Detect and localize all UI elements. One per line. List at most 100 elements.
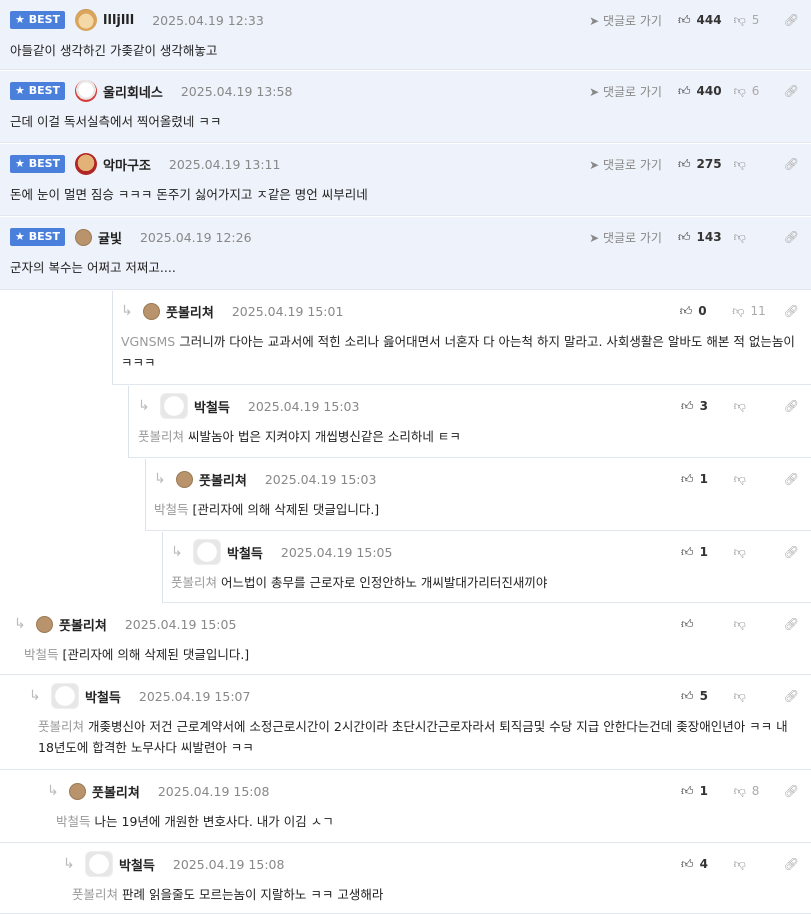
thumbs-down-icon[interactable]: 👎︎ [734,784,746,799]
thumbs-up-icon[interactable]: 👍︎ [681,857,694,872]
comment-date: 2025.04.19 13:58 [180,83,293,99]
dog-cape-avatar[interactable] [75,153,98,175]
thumbs-up-icon[interactable]: 👍︎ [678,84,691,99]
author-name[interactable]: 풋볼리쳐 [92,782,140,801]
comment-actions: 👍︎ 👎︎ 🔗︎ [681,614,799,634]
dot-avatar[interactable] [36,615,53,633]
like-count: 5 [699,689,708,703]
reply-arrow-icon: ↳ [29,688,41,704]
thumbs-up-icon[interactable]: 👍︎ [678,230,691,245]
thumbs-down-icon[interactable]: 👎︎ [734,472,746,487]
goto-comment-link[interactable]: ➤ 댓글로 가기 [589,229,662,246]
reply-arrow-icon: ↳ [171,544,183,560]
author-name[interactable]: 박철득 [85,687,121,706]
link-icon[interactable]: 🔗︎ [784,157,799,171]
comment-actions: 👍︎ 0 👎︎ 11 🔗︎ [680,301,799,321]
like-count: 1 [699,784,708,798]
mention-name[interactable]: 박철득 [56,814,91,829]
thumbs-down-icon[interactable]: 👎︎ [734,230,746,245]
mention-name[interactable]: 풋볼리쳐 [138,429,184,444]
author-name[interactable]: 풋볼리쳐 [166,302,214,321]
link-icon[interactable]: 🔗︎ [784,857,799,871]
link-icon[interactable]: 🔗︎ [784,399,799,413]
like-count: 275 [696,157,722,171]
thumbs-up-icon[interactable]: 👍︎ [681,545,694,560]
author-name[interactable]: 박철득 [194,397,230,416]
dot-avatar[interactable] [176,470,193,488]
comment-text: 군자의 복수는 어쩌고 저쩌고.... [10,260,176,275]
samoyed-avatar[interactable] [85,851,113,877]
link-icon[interactable]: 🔗︎ [784,84,799,98]
comment-date: 2025.04.19 15:08 [172,856,285,872]
mention-name[interactable]: 박철득 [24,647,59,662]
thumbs-up-icon[interactable]: 👍︎ [681,472,694,487]
thumbs-up-icon[interactable]: 👍︎ [681,689,694,704]
reply-arrow-icon: ↳ [63,856,75,872]
link-icon[interactable]: 🔗︎ [784,304,799,318]
best-badge: ★ BEST [10,82,66,100]
comment-text-block: 풋볼리쳐 씨발놈아 법은 지켜야지 개씹병신같은 소리하네 ㅌㅋ [138,426,797,447]
mention-name[interactable]: 풋볼리쳐 [171,575,217,590]
like-count: 4 [699,857,708,871]
puppy-avatar[interactable] [75,9,98,31]
author-name[interactable]: 박철득 [227,543,263,562]
thumbs-up-icon[interactable]: 👍︎ [678,13,691,28]
comment-item: ↳ 박철득 2025.04.19 15:05 👍︎ 1 👎︎ 🔗︎ 풋볼리쳐 어느… [162,532,811,603]
comment-text: 어느법이 총무를 근로자로 인정안하노 개씨발대가리터진새끼야 [221,575,548,590]
link-icon[interactable]: 🔗︎ [784,230,799,244]
thumbs-down-icon[interactable]: 👎︎ [734,617,746,632]
author-name[interactable]: 울리회네스 [103,82,163,101]
link-icon[interactable]: 🔗︎ [784,13,799,27]
author-name[interactable]: 풋볼리쳐 [199,470,247,489]
thumbs-down-icon[interactable]: 👎︎ [734,857,746,872]
link-icon[interactable]: 🔗︎ [784,784,799,798]
link-icon[interactable]: 🔗︎ [784,617,799,631]
thumbs-up-icon[interactable]: 👍︎ [680,304,693,319]
comment-date: 2025.04.19 15:07 [138,688,251,704]
link-icon[interactable]: 🔗︎ [784,545,799,559]
mention-name[interactable]: 박철득 [154,502,189,517]
comment-text: 근데 이걸 독서실측에서 찍어올렸네 ㅋㅋ [10,114,222,129]
samoyed-avatar[interactable] [193,539,221,565]
author-name[interactable]: 악마구조 [103,155,151,174]
dot-avatar[interactable] [69,782,86,800]
dislike-count: 11 [750,304,766,318]
dot-avatar[interactable] [143,302,160,320]
author-name[interactable]: 풋볼리쳐 [59,615,107,634]
mention-name[interactable]: VGNSMS [121,334,175,349]
mention-name[interactable]: 풋볼리쳐 [38,719,84,734]
comment-text: 돈에 눈이 멀면 짐승 ㅋㅋㅋ 돈주기 싫어가지고 ㅈ같은 명언 씨부리네 [10,187,368,202]
thumbs-down-icon[interactable]: 👎︎ [734,689,746,704]
dot-avatar[interactable] [75,228,93,246]
thumbs-down-icon[interactable]: 👎︎ [734,84,746,99]
comment-text-block: 박철득 [관리자에 의해 삭제된 댓글입니다.] [24,644,797,665]
reply-arrow-icon: ↳ [121,303,133,319]
thumbs-up-icon[interactable]: 👍︎ [678,157,691,172]
thumbs-down-icon[interactable]: 👎︎ [734,399,746,414]
comment-text-block: 풋볼리쳐 어느법이 총무를 근로자로 인정안하노 개씨발대가리터진새끼야 [171,572,797,593]
link-icon[interactable]: 🔗︎ [784,689,799,703]
goto-comment-link[interactable]: ➤ 댓글로 가기 [589,83,662,100]
thumbs-down-icon[interactable]: 👎︎ [734,545,746,560]
comment-item: ★ BEST llljlll 2025.04.19 12:33 ➤ 댓글로 가기… [0,0,811,70]
author-name[interactable]: llljlll [103,13,134,28]
author-name[interactable]: 박철득 [119,855,155,874]
samoyed-avatar[interactable] [160,393,188,419]
thumbs-up-icon[interactable]: 👍︎ [681,617,694,632]
author-name[interactable]: 귤빛 [98,228,122,247]
thumbs-up-icon[interactable]: 👍︎ [681,784,694,799]
comment-actions: 👍︎ 3 👎︎ 🔗︎ [681,396,799,416]
samoyed-avatar[interactable] [51,683,79,709]
thumbs-down-icon[interactable]: 👎︎ [732,304,744,319]
reply-arrow-icon: ↳ [14,616,26,632]
comment-item: ★ BEST 울리회네스 2025.04.19 13:58 ➤ 댓글로 가기 👍… [0,71,811,143]
thumbs-up-icon[interactable]: 👍︎ [681,399,694,414]
link-icon[interactable]: 🔗︎ [784,472,799,486]
thumbs-down-icon[interactable]: 👎︎ [734,157,746,172]
goto-comment-link[interactable]: ➤ 댓글로 가기 [589,156,662,173]
thumbs-down-icon[interactable]: 👎︎ [734,13,746,28]
comment-text: 개좆병신아 저건 근로계약서에 소정근로시간이 2시간이라 초단시간근로자라서 … [38,719,788,755]
polar-bear-avatar[interactable] [75,80,98,102]
goto-comment-link[interactable]: ➤ 댓글로 가기 [589,12,662,29]
mention-name[interactable]: 풋볼리쳐 [72,887,118,902]
